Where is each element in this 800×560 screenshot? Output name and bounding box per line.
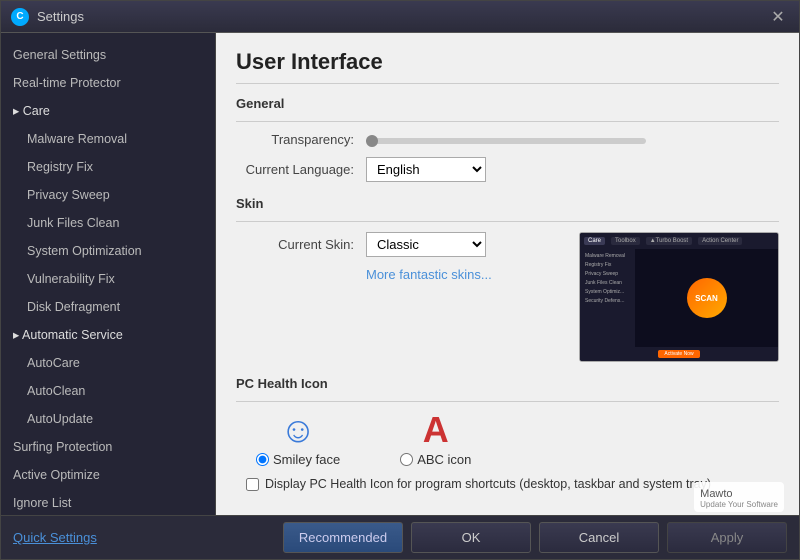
transparency-row: Transparency: [236, 132, 779, 147]
title-bar: C Settings ✕ [1, 1, 799, 33]
window-title: Settings [37, 9, 767, 24]
preview-item-4: Junk Files Clean [583, 279, 632, 287]
health-icon-checkbox[interactable] [246, 478, 259, 491]
language-label: Current Language: [236, 162, 366, 177]
skin-select-row: Current Skin: Classic Dark Light [236, 232, 559, 257]
sidebar-item-ignore-list[interactable]: Ignore List [1, 489, 215, 515]
skin-section: Current Skin: Classic Dark Light More fa… [236, 232, 779, 362]
skin-section-title: Skin [236, 196, 779, 211]
general-section-title: General [236, 96, 779, 111]
pc-health-title: PC Health Icon [236, 376, 779, 391]
smiley-option: ☺ Smiley face [256, 412, 340, 467]
abc-label: ABC icon [417, 452, 471, 467]
bottom-bar: Quick Settings Recommended OK Cancel App… [1, 515, 799, 559]
skin-divider [236, 221, 779, 222]
preview-tab-care: Care [584, 237, 605, 245]
skin-left: Current Skin: Classic Dark Light More fa… [236, 232, 559, 282]
language-select[interactable]: English French German Spanish Chinese [366, 157, 486, 182]
sidebar-item-general-settings[interactable]: General Settings [1, 41, 215, 69]
sidebar: General Settings Real-time Protector ▸ C… [1, 33, 216, 515]
preview-tab-toolbox: Toolbox [611, 237, 640, 245]
settings-window: C Settings ✕ General Settings Real-time … [0, 0, 800, 560]
current-skin-label: Current Skin: [236, 237, 366, 252]
content-body: User Interface General Transparency: C [216, 33, 799, 515]
abc-option: A ABC icon [400, 412, 471, 467]
skin-section-block: Skin Current Skin: Classic Dark Light [236, 196, 779, 362]
sidebar-item-care[interactable]: ▸ Care [1, 97, 215, 125]
health-icons-row: ☺ Smiley face A ABC icon [256, 412, 779, 467]
recommended-button[interactable]: Recommended [283, 522, 403, 553]
preview-tab-actioncenter: Action Center [698, 237, 742, 245]
transparency-slider-container [366, 132, 646, 147]
sidebar-item-autoupdate[interactable]: AutoUpdate [1, 405, 215, 433]
sidebar-item-registry-fix[interactable]: Registry Fix [1, 153, 215, 181]
sidebar-item-automatic-service[interactable]: ▸ Automatic Service [1, 321, 215, 349]
content-area: User Interface General Transparency: C [216, 33, 799, 515]
skin-preview: Care Toolbox ▲Turbo Boost Action Center … [579, 232, 779, 362]
pc-health-section: PC Health Icon ☺ Smiley face [236, 376, 779, 491]
sidebar-item-autoclean[interactable]: AutoClean [1, 377, 215, 405]
sidebar-item-vulnerability-fix[interactable]: Vulnerability Fix [1, 265, 215, 293]
watermark: Mawto Update Your Software [694, 482, 784, 512]
general-divider [236, 121, 779, 122]
language-row: Current Language: English French German … [236, 157, 779, 182]
transparency-slider[interactable] [366, 138, 646, 144]
abc-icon: A [423, 412, 449, 448]
sidebar-item-junk-files-clean[interactable]: Junk Files Clean [1, 209, 215, 237]
preview-sidebar: Malware Removal Registry Fix Privacy Swe… [580, 249, 635, 347]
close-button[interactable]: ✕ [767, 6, 789, 28]
general-section: General Transparency: Current Language: [236, 96, 779, 182]
sidebar-item-privacy-sweep[interactable]: Privacy Sweep [1, 181, 215, 209]
watermark-brand: Mawto [700, 488, 732, 500]
transparency-label: Transparency: [236, 132, 366, 147]
sidebar-item-malware-removal[interactable]: Malware Removal [1, 125, 215, 153]
smiley-radio[interactable] [256, 453, 269, 466]
ok-button[interactable]: OK [411, 522, 531, 553]
page-title: User Interface [236, 49, 779, 84]
more-skins-link[interactable]: More fantastic skins... [366, 267, 559, 282]
skin-preview-inner: Care Toolbox ▲Turbo Boost Action Center … [580, 233, 778, 361]
pc-health-divider [236, 401, 779, 402]
abc-radio[interactable] [400, 453, 413, 466]
preview-body: Malware Removal Registry Fix Privacy Swe… [580, 249, 778, 347]
abc-radio-label[interactable]: ABC icon [400, 452, 471, 467]
skin-select[interactable]: Classic Dark Light [366, 232, 486, 257]
preview-item-6: Security Defens... [583, 297, 632, 305]
cancel-button[interactable]: Cancel [539, 522, 659, 553]
smiley-label: Smiley face [273, 452, 340, 467]
preview-item-5: System Optimiz... [583, 288, 632, 296]
sidebar-item-autocare[interactable]: AutoCare [1, 349, 215, 377]
smiley-radio-label[interactable]: Smiley face [256, 452, 340, 467]
sidebar-item-system-optimization[interactable]: System Optimization [1, 237, 215, 265]
preview-topbar: Care Toolbox ▲Turbo Boost Action Center [580, 233, 778, 249]
preview-tab-turboboost: ▲Turbo Boost [646, 237, 692, 245]
preview-main: SCAN [635, 249, 778, 347]
preview-item-3: Privacy Sweep [583, 270, 632, 278]
preview-bottom-bar: Activate Now [580, 347, 778, 361]
sidebar-item-surfing-protection[interactable]: Surfing Protection [1, 433, 215, 461]
sidebar-item-active-optimize[interactable]: Active Optimize [1, 461, 215, 489]
sidebar-item-disk-defragment[interactable]: Disk Defragment [1, 293, 215, 321]
smiley-icon: ☺ [280, 412, 317, 448]
apply-button[interactable]: Apply [667, 522, 787, 553]
main-content: General Settings Real-time Protector ▸ C… [1, 33, 799, 515]
health-icon-checkbox-label[interactable]: Display PC Health Icon for program short… [265, 477, 711, 491]
watermark-tagline: Update Your Software [700, 500, 778, 509]
preview-scan-btn: SCAN [687, 278, 727, 318]
quick-settings-link[interactable]: Quick Settings [13, 530, 275, 545]
preview-item-1: Malware Removal [583, 252, 632, 260]
preview-activate-btn: Activate Now [658, 350, 699, 358]
app-icon: C [11, 8, 29, 26]
sidebar-item-realtime-protector[interactable]: Real-time Protector [1, 69, 215, 97]
preview-item-2: Registry Fix [583, 261, 632, 269]
